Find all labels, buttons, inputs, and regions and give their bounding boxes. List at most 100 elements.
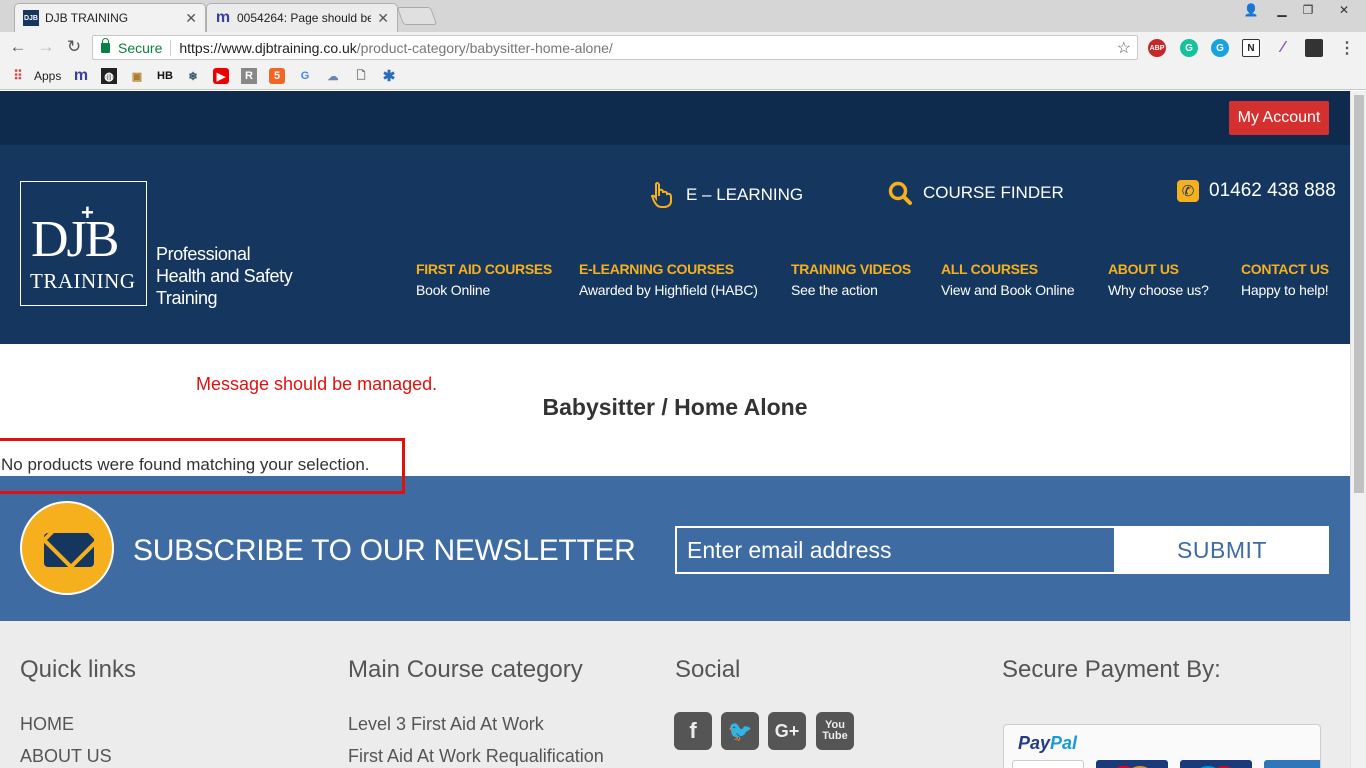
scrollbar-thumb[interactable] — [1354, 95, 1364, 493]
nav-first-aid-courses[interactable]: FIRST AID COURSES Book Online — [416, 261, 552, 298]
payment-title: Secure Payment By: — [1002, 656, 1221, 683]
apps-grid-icon[interactable]: ⠿ — [10, 68, 26, 84]
newsletter-section: SUBSCRIBE TO OUR NEWSLETTER SUBMIT — [0, 476, 1350, 621]
notes-extension-icon[interactable]: N — [1242, 39, 1260, 57]
nav-title: CONTACT US — [1241, 261, 1329, 277]
bookmark-star-icon[interactable]: ☆ — [1117, 38, 1131, 58]
pointing-hand-icon — [650, 182, 676, 208]
main-category-title: Main Course category — [348, 656, 583, 683]
new-tab-button[interactable] — [396, 7, 438, 25]
phone-icon: ✆ — [1177, 180, 1199, 202]
bookmarks-bar: ⠿ Apps m ◍ ▣ HB ❄ ▶ R 5 G ☁ 🗋 ✱ — [0, 62, 1366, 90]
site-footer: Quick links HOME ABOUT US Main Course ca… — [0, 621, 1350, 768]
feather-extension-icon[interactable]: ⁄ — [1274, 39, 1292, 57]
profile-icon[interactable]: 👤 — [1240, 0, 1262, 20]
no-products-message: No products were found matching your sel… — [1, 455, 370, 474]
forward-arrow-icon[interactable]: → — [36, 37, 56, 57]
visa-card-icon — [1012, 760, 1084, 768]
phone-number: 01462 438 888 — [1209, 180, 1336, 201]
google-plus-icon[interactable]: G+ — [768, 712, 806, 750]
nav-subtitle: View and Book Online — [941, 282, 1075, 298]
html5-bookmark-icon[interactable]: 5 — [269, 68, 285, 84]
tab-close-icon[interactable]: ✕ — [185, 10, 197, 27]
tab-djb-training[interactable]: DJB DJB TRAINING ✕ — [14, 3, 206, 32]
apps-label[interactable]: Apps — [34, 69, 61, 83]
top-utility-bar: My Account — [0, 91, 1350, 145]
tab-close-icon[interactable]: ✕ — [377, 10, 389, 27]
course-finder-link[interactable]: COURSE FINDER — [887, 180, 1064, 206]
grammarly-alt-extension-icon[interactable]: G — [1211, 39, 1229, 57]
reload-icon[interactable]: ↻ — [64, 37, 84, 57]
page-viewport: My Account + DJB TRAINING Professional H… — [0, 91, 1350, 768]
chrome-menu-icon[interactable]: ⋮ — [1338, 39, 1356, 57]
restore-button[interactable]: ❐ — [1296, 0, 1320, 20]
page-bookmark-icon[interactable]: 🗋 — [353, 68, 369, 84]
twitter-icon[interactable]: 🐦 — [721, 712, 759, 750]
nav-title: TRAINING VIDEOS — [791, 261, 911, 277]
cloud-bookmark-icon[interactable]: ☁ — [325, 68, 341, 84]
nav-elearning-courses[interactable]: E-LEARNING COURSES Awarded by Highfield … — [579, 261, 758, 298]
footer-link-requalification[interactable]: First Aid At Work Requalification — [348, 746, 604, 767]
logo-tagline: Professional Health and Safety Training — [156, 243, 293, 309]
footer-link-level3[interactable]: Level 3 First Aid At Work — [348, 714, 544, 735]
youtube-icon[interactable]: You Tube — [816, 712, 854, 750]
nav-subtitle: Happy to help! — [1241, 282, 1329, 298]
phone-link[interactable]: ✆ 01462 438 888 — [1177, 180, 1336, 202]
djb-logo[interactable]: + DJB TRAINING — [20, 181, 147, 306]
envelope-badge — [20, 501, 114, 595]
package-bookmark-icon[interactable]: ▣ — [129, 68, 145, 84]
paypal-label: PayPal — [1018, 733, 1078, 753]
social-title: Social — [675, 656, 741, 683]
mastercard-icon — [1096, 760, 1168, 768]
close-window-button[interactable]: ✕ — [1322, 0, 1366, 20]
my-account-button[interactable]: My Account — [1229, 101, 1329, 135]
envelope-icon — [44, 533, 94, 567]
maestro-icon — [1180, 760, 1252, 768]
grammarly-extension-icon[interactable]: G — [1180, 39, 1198, 57]
tab-title: 0054264: Page should be — [237, 11, 372, 25]
main-content: Message should be managed. Babysitter / … — [0, 344, 1350, 494]
email-input[interactable] — [675, 526, 1116, 574]
nav-subtitle: Book Online — [416, 282, 491, 298]
nav-about-us[interactable]: ABOUT US Why choose us? — [1108, 261, 1209, 298]
back-arrow-icon[interactable]: ← — [8, 37, 28, 57]
tab-mantis-issue[interactable]: m 0054264: Page should be ✕ — [206, 3, 398, 32]
page-scrollbar[interactable] — [1350, 91, 1366, 768]
elearning-label: E – LEARNING — [686, 185, 804, 204]
mantis-bookmark-icon[interactable]: m — [73, 67, 89, 84]
url-path: /product-category/babysitter-home-alone/ — [356, 39, 613, 56]
youtube-bookmark-icon[interactable]: ▶ — [213, 68, 229, 84]
google-bookmark-icon[interactable]: G — [297, 68, 313, 84]
submit-button[interactable]: SUBMIT — [1115, 526, 1329, 574]
hb-bookmark-icon[interactable]: HB — [157, 68, 173, 84]
djb-favicon-icon: DJB — [23, 10, 39, 26]
nav-all-courses[interactable]: ALL COURSES View and Book Online — [941, 261, 1075, 298]
secure-indicator[interactable]: Secure — [101, 37, 163, 56]
facebook-icon[interactable]: f — [674, 712, 712, 750]
annotation-message: Message should be managed. — [196, 374, 438, 394]
nav-training-videos[interactable]: TRAINING VIDEOS See the action — [791, 261, 911, 298]
film-extension-icon[interactable] — [1305, 39, 1323, 57]
footer-link-about[interactable]: ABOUT US — [20, 746, 112, 767]
nav-title: E-LEARNING COURSES — [579, 261, 734, 277]
nav-title: ABOUT US — [1108, 261, 1179, 277]
elearning-link[interactable]: E – LEARNING — [650, 182, 803, 208]
gear-bookmark-icon[interactable]: ❄ — [185, 68, 201, 84]
nav-subtitle: Awarded by Highfield (HABC) — [579, 282, 758, 298]
address-bar[interactable]: Secure https://www.djbtraining.co.uk /pr… — [92, 35, 1138, 60]
secure-label: Secure — [118, 39, 163, 56]
minimize-button[interactable]: ▁ — [1270, 0, 1294, 20]
nav-contact-us[interactable]: CONTACT US Happy to help! — [1241, 261, 1329, 298]
puzzle-bookmark-icon[interactable]: ✱ — [381, 68, 397, 85]
course-finder-label: COURSE FINDER — [923, 183, 1064, 202]
adblock-extension-icon[interactable]: ABP — [1148, 39, 1166, 57]
browser-tab-bar: DJB DJB TRAINING ✕ m 0054264: Page shoul… — [0, 0, 1366, 32]
tagline-line: Training — [156, 288, 218, 308]
r-bookmark-icon[interactable]: R — [241, 68, 257, 84]
nav-title: FIRST AID COURSES — [416, 261, 552, 277]
footer-link-home[interactable]: HOME — [20, 714, 74, 735]
paypal-logo: PayPal — [1018, 733, 1077, 754]
search-icon — [887, 180, 913, 206]
bookmark-icon[interactable]: ◍ — [101, 68, 117, 84]
tagline-line: Professional — [156, 244, 251, 264]
